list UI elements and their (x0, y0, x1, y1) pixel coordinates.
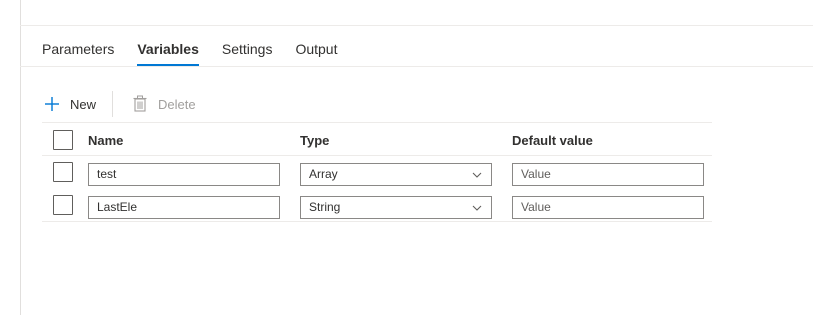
trash-icon (130, 94, 150, 114)
table-row: LastEle String Value (42, 189, 712, 222)
tab-output[interactable]: Output (295, 40, 337, 67)
tab-variables[interactable]: Variables (137, 40, 199, 67)
table-header: Name Type Default value (42, 122, 712, 156)
row-checkbox[interactable] (53, 162, 73, 182)
variable-name-field[interactable]: LastEle (88, 196, 280, 219)
variable-name-field[interactable]: test (88, 163, 280, 186)
column-header-default-value: Default value (512, 133, 593, 148)
delete-button-label: Delete (158, 96, 196, 112)
variable-type-value: String (309, 200, 341, 214)
chevron-down-icon (471, 202, 483, 214)
plus-icon (42, 94, 62, 114)
variable-type-value: Array (309, 167, 338, 181)
row-checkbox[interactable] (53, 195, 73, 215)
new-variable-button[interactable]: New (42, 94, 96, 114)
column-header-name: Name (88, 133, 124, 148)
tab-parameters[interactable]: Parameters (42, 40, 114, 67)
toolbar-separator (112, 91, 114, 117)
variables-table: Name Type Default value test Array Value… (42, 122, 712, 222)
variable-type-dropdown[interactable]: Array (300, 163, 492, 186)
chevron-down-icon (471, 169, 483, 181)
variables-toolbar: New Delete (42, 89, 196, 119)
table-row: test Array Value (42, 156, 712, 189)
tab-bar-divider (20, 66, 813, 67)
default-value-field[interactable]: Value (512, 196, 704, 219)
column-header-type: Type (300, 133, 330, 148)
select-all-checkbox[interactable] (53, 130, 73, 150)
new-button-label: New (70, 96, 97, 112)
delete-variable-button[interactable]: Delete (130, 94, 196, 114)
panel-left-border (20, 0, 21, 315)
tab-settings[interactable]: Settings (222, 40, 273, 67)
panel-top-divider (20, 25, 813, 26)
default-value-field[interactable]: Value (512, 163, 704, 186)
variable-type-dropdown[interactable]: String (300, 196, 492, 219)
tab-bar: Parameters Variables Settings Output (42, 40, 360, 67)
